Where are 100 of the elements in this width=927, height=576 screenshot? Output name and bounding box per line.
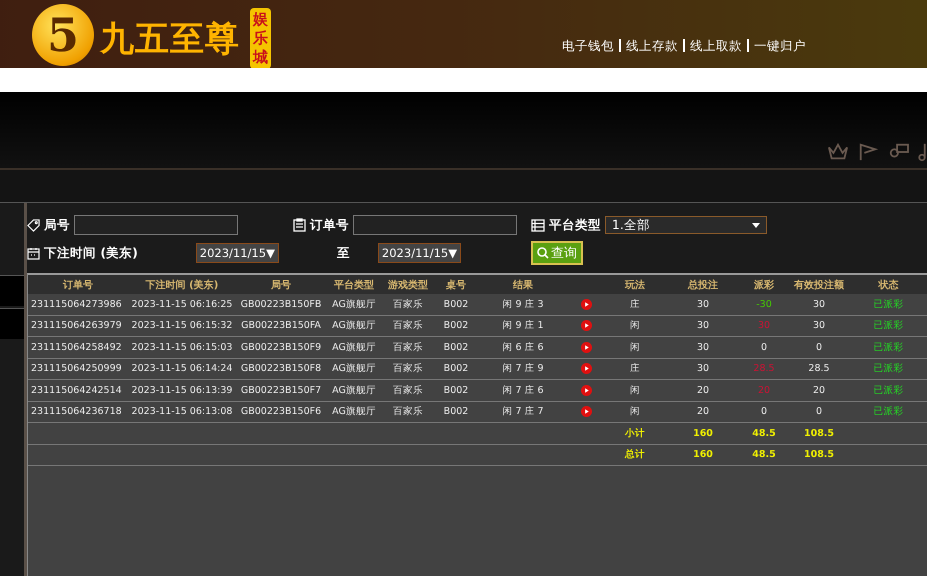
order-label: 订单号: [310, 216, 349, 234]
table-cell-text: 30: [756, 320, 772, 332]
table-cell-text: 28.5: [752, 363, 776, 374]
table-cell-text: 30: [696, 342, 710, 353]
column-header: 总投注: [686, 278, 719, 292]
calendar-icon: [27, 246, 40, 260]
table-cell-text: 0: [760, 406, 768, 418]
header-link[interactable]: 电子钱包: [557, 39, 619, 52]
table-cell-text: 20: [696, 406, 710, 418]
table-cell-text: AG旗舰厅: [331, 362, 377, 376]
table-cell-text: 28.5: [807, 363, 831, 374]
table-cell-text: B002: [442, 384, 470, 396]
column-header: 桌号: [445, 278, 467, 292]
column-header: 有效投注额: [792, 278, 845, 292]
table-cell-text: 0: [814, 342, 824, 353]
list-icon: [530, 218, 545, 232]
table-cell-text: 2023-11-15 06:15:32: [130, 320, 234, 332]
sidebar-tab[interactable]: [0, 308, 24, 339]
round-input[interactable]: [74, 215, 238, 235]
play-icon[interactable]: [580, 406, 592, 418]
table-cell-text: 231115064263979: [30, 320, 123, 332]
logo-mark: 5: [32, 4, 94, 66]
header-link[interactable]: 一键归户: [747, 39, 811, 52]
table-cell-text: AG旗舰厅: [331, 384, 377, 397]
table-cell-text: 160: [692, 428, 714, 439]
column-header: 下注时间 (美东): [144, 278, 220, 292]
music-icon[interactable]: [917, 142, 927, 162]
date-from-picker[interactable]: 2023/11/15▼: [196, 243, 279, 263]
crown-icon[interactable]: [827, 142, 849, 162]
table-cell-text: 231115064242514: [30, 384, 123, 396]
table-cell-text: 0: [814, 406, 824, 418]
platform-label: 平台类型: [548, 216, 601, 234]
table-cell-text: 闲 7 庄 7: [501, 405, 545, 418]
table-cell-text: 2023-11-15 06:15:03: [130, 342, 234, 353]
header-link[interactable]: 线上存款: [619, 39, 683, 52]
tag-icon: [27, 218, 40, 232]
table-cell-text: 30: [696, 363, 710, 374]
logo-badge: 娱乐城: [250, 8, 271, 69]
table-cell-text: 30: [812, 320, 826, 332]
table-cell-text: 30: [696, 320, 710, 332]
time-label: 下注时间 (美东): [44, 244, 138, 262]
table-cell-text: B002: [442, 406, 470, 418]
table-cell-text: 庄: [629, 362, 641, 376]
table-cell-text: 20: [696, 384, 710, 396]
table-cell-text: 231115064236718: [30, 406, 123, 418]
column-header: 订单号: [62, 278, 94, 292]
table-cell-text: GB00223B150FA: [240, 320, 322, 332]
column-header: 局号: [270, 278, 292, 292]
table-cell-text: 2023-11-15 06:16:25: [130, 298, 234, 310]
table-cell-text: 20: [812, 384, 826, 396]
table-cell-text: 231115064273986: [30, 298, 123, 310]
table-cell-text: 闲 6 庄 6: [501, 340, 545, 354]
play-icon[interactable]: [580, 384, 592, 396]
column-header: 结果: [512, 278, 534, 292]
table-cell-text: 闲 7 庄 9: [501, 362, 545, 376]
table-cell-text: 160: [692, 449, 714, 460]
search-icon: [536, 247, 549, 259]
column-header: 玩法: [624, 278, 646, 292]
platform-select[interactable]: 1.全部: [604, 216, 767, 234]
to-label: 至: [336, 244, 350, 262]
logo-title: 九五至尊: [100, 18, 240, 61]
column-header: 游戏类型: [387, 278, 429, 292]
sidebar-tab[interactable]: [0, 275, 24, 306]
round-label: 局号: [44, 216, 70, 234]
table-cell-text: 庄: [629, 298, 641, 311]
caret-icon: [752, 222, 760, 228]
table-cell-text: B002: [442, 298, 470, 310]
table-cell-text: 百家乐: [392, 340, 424, 354]
table-cell-text: 0: [760, 342, 768, 353]
table-cell-text: 闲 9 庄 3: [501, 298, 545, 311]
table-cell-text: 闲: [629, 340, 641, 354]
table-cell-text: 231115064250999: [30, 363, 123, 374]
play-icon[interactable]: [580, 298, 592, 310]
column-header: 平台类型: [333, 278, 375, 292]
table-cell-text: B002: [442, 342, 470, 353]
table-cell-text: AG旗舰厅: [331, 405, 377, 418]
table-cell-text: 已派彩: [872, 340, 904, 354]
table-cell-text: 2023-11-15 06:14:24: [130, 363, 234, 374]
table-cell-text: 2023-11-15 06:13:39: [130, 384, 234, 396]
table-cell-text: 2023-11-15 06:13:08: [130, 406, 234, 418]
table-cell-text: AG旗舰厅: [331, 298, 377, 311]
table-cell-text: 百家乐: [392, 405, 424, 418]
play-icon[interactable]: [580, 320, 592, 332]
table-cell-text: 百家乐: [392, 298, 424, 311]
clipboard-icon: [292, 218, 306, 232]
table-cell-text: 30: [696, 298, 710, 310]
play-icon[interactable]: [580, 342, 592, 353]
flag-icon[interactable]: [857, 142, 879, 162]
play-icon[interactable]: [580, 363, 592, 374]
date-to-picker[interactable]: 2023/11/15▼: [378, 243, 462, 263]
table-cell-text: AG旗舰厅: [331, 319, 377, 332]
table-cell-text: 30: [812, 298, 826, 310]
table-cell-text: 闲: [629, 405, 641, 418]
summary-label: 总计: [624, 448, 646, 462]
table-cell-text: B002: [442, 320, 470, 332]
table-cell-text: 48.5: [751, 449, 777, 460]
order-input[interactable]: [352, 215, 517, 235]
table-cell-text: 闲: [629, 319, 641, 332]
header-link[interactable]: 线上取款: [683, 39, 747, 52]
table-cell-text: 108.5: [802, 428, 836, 439]
